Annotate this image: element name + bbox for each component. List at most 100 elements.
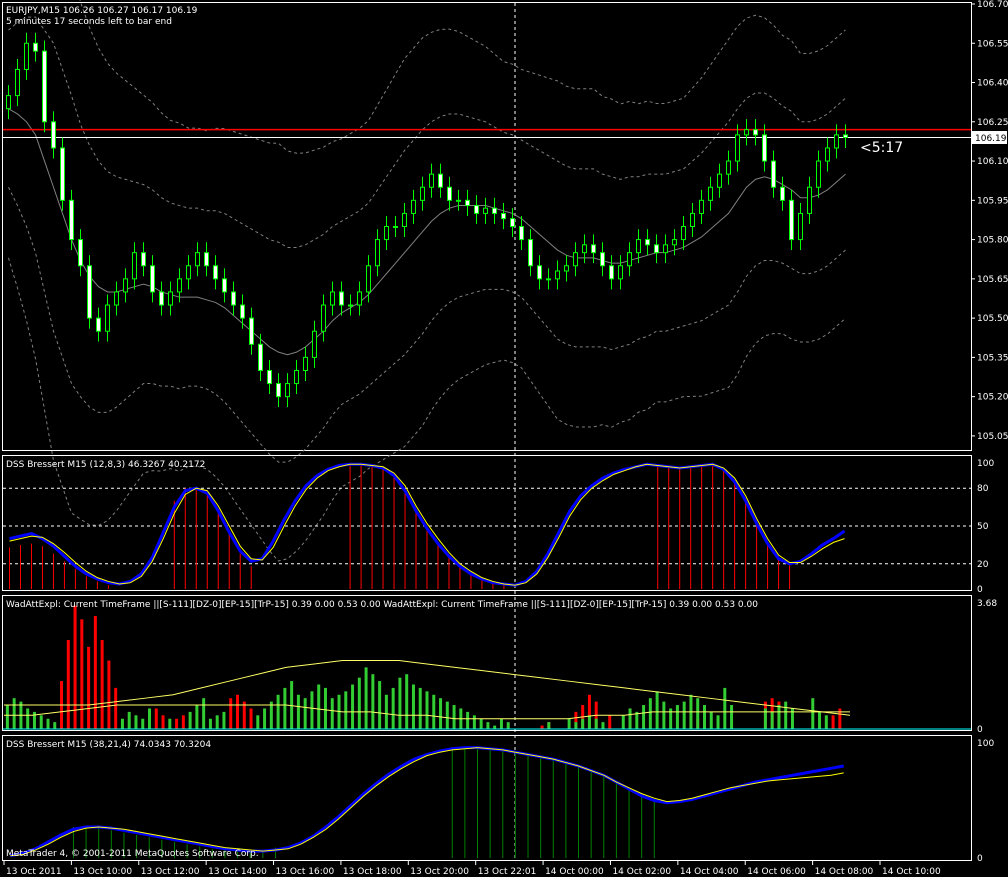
price-tick-label: 105.95 bbox=[977, 196, 1008, 206]
candle-body bbox=[33, 42, 38, 52]
candle-body bbox=[600, 252, 605, 267]
price-tick-label: 105.20 bbox=[977, 393, 1008, 403]
candle-body bbox=[474, 205, 479, 214]
candle-body bbox=[411, 199, 416, 214]
candle-body bbox=[330, 291, 335, 306]
wad-title: WadAttExpl: Current TimeFrame ||[S-111][… bbox=[6, 600, 758, 610]
time-tick-label: 13 Oct 2011 bbox=[6, 867, 62, 877]
dss2-panel-frame bbox=[2, 735, 972, 861]
candle-body bbox=[735, 134, 740, 162]
time-tick-label: 14 Oct 10:00 bbox=[882, 867, 941, 877]
candle-body bbox=[375, 239, 380, 267]
candle-body bbox=[420, 186, 425, 201]
candle-body bbox=[159, 291, 164, 306]
chart-canvas[interactable]: 106.70 106.55 106.40 106.25 106.10 105.95 105.… bbox=[0, 0, 1008, 877]
candle-body bbox=[825, 147, 830, 162]
dss-bressert-12-panel[interactable] bbox=[3, 462, 971, 589]
candle-body bbox=[51, 121, 56, 149]
candle-body bbox=[195, 252, 200, 267]
candle-body bbox=[366, 265, 371, 293]
wad-att-expl-panel[interactable] bbox=[3, 605, 971, 730]
candle-body bbox=[78, 239, 83, 267]
candle-body bbox=[141, 252, 146, 267]
time-tick-label: 13 Oct 14:00 bbox=[208, 867, 267, 877]
candle-body bbox=[294, 369, 299, 385]
price-tick-label: 105.05 bbox=[977, 432, 1008, 442]
dss-bressert-38-panel[interactable] bbox=[10, 746, 844, 858]
price-axis: 106.70 106.55 106.40 106.25 106.10 105.95 105.… bbox=[971, 0, 1008, 864]
candle-body bbox=[609, 265, 614, 280]
candle-body bbox=[303, 356, 308, 371]
candle-body bbox=[348, 304, 353, 307]
copyright-footer: MetaTrader 4, © 2001-2011 MetaQuotes Sof… bbox=[6, 849, 259, 859]
main-price-panel[interactable] bbox=[3, 0, 971, 562]
candle-body bbox=[222, 278, 227, 293]
candle-body bbox=[618, 265, 623, 280]
candle-body bbox=[339, 291, 344, 306]
candle-body bbox=[501, 212, 506, 220]
lower-band-line bbox=[8, 187, 846, 463]
candle-body bbox=[816, 160, 821, 188]
candle-body bbox=[15, 68, 20, 97]
candle-body bbox=[528, 239, 533, 267]
dss1-tick-label: 50 bbox=[977, 522, 989, 532]
candle-body bbox=[627, 252, 632, 267]
candle-body bbox=[573, 252, 578, 267]
candle-body bbox=[753, 129, 758, 136]
candle-body bbox=[276, 383, 281, 398]
dss1-tick-label: 20 bbox=[977, 560, 989, 570]
candle-body bbox=[582, 244, 587, 254]
wad-panel-frame bbox=[2, 595, 972, 731]
candle-body bbox=[240, 304, 245, 319]
candle-body bbox=[726, 160, 731, 175]
candle-body bbox=[465, 199, 470, 207]
time-tick-label: 13 Oct 10:00 bbox=[73, 867, 132, 877]
candle-body bbox=[546, 278, 551, 281]
candle-body bbox=[105, 304, 110, 332]
candle-body bbox=[213, 265, 218, 280]
symbol-info: EURJPY,M15 106.26 106.27 106.17 106.19 bbox=[6, 6, 198, 16]
dss2-title: DSS Bressert M15 (38,21,4) 74.0343 70.32… bbox=[6, 740, 211, 750]
candle-body bbox=[843, 134, 848, 139]
dss1-title: DSS Bressert M15 (12,8,3) 46.3267 40.217… bbox=[6, 460, 205, 470]
candle-body bbox=[267, 369, 272, 385]
price-tick-label: 105.35 bbox=[977, 353, 1008, 363]
time-tick-label: 14 Oct 08:00 bbox=[815, 867, 874, 877]
candle-body bbox=[564, 265, 569, 272]
candle-body bbox=[771, 160, 776, 188]
price-tick-label: 105.50 bbox=[977, 314, 1008, 324]
candle-body bbox=[636, 239, 641, 254]
candle-body bbox=[42, 50, 47, 123]
candle-body bbox=[429, 173, 434, 188]
candle-body bbox=[672, 239, 677, 246]
time-tick-label: 13 Oct 16:00 bbox=[276, 867, 335, 877]
price-tick-label: 105.80 bbox=[977, 236, 1008, 246]
candle-body bbox=[96, 317, 101, 332]
time-tick-label: 13 Oct 18:00 bbox=[343, 867, 402, 877]
candle-body bbox=[258, 343, 263, 371]
candle-body bbox=[150, 265, 155, 293]
price-tick-label: 106.55 bbox=[977, 39, 1008, 49]
candle-body bbox=[762, 134, 767, 162]
candle-body bbox=[402, 212, 407, 227]
candle-body bbox=[591, 244, 596, 254]
candle-body bbox=[249, 317, 254, 345]
candle-body bbox=[69, 199, 74, 241]
candle-body bbox=[654, 244, 659, 254]
time-tick-label: 14 Oct 02:00 bbox=[612, 867, 671, 877]
current-price-label: 106.19 bbox=[975, 134, 1007, 144]
candle-body bbox=[456, 199, 461, 202]
candle-body bbox=[312, 330, 317, 358]
dss1-tick-label: 100 bbox=[977, 459, 994, 469]
candle-body bbox=[60, 147, 65, 201]
bar-timer: 5 minutes 17 seconds left to bar end bbox=[6, 17, 172, 27]
candle-body bbox=[24, 42, 29, 70]
dss2-signal-line bbox=[10, 747, 844, 857]
candle-body bbox=[6, 95, 11, 110]
time-tick-label: 14 Oct 06:00 bbox=[747, 867, 806, 877]
candle-body bbox=[447, 186, 452, 201]
candle-body bbox=[717, 173, 722, 188]
candle-body bbox=[780, 186, 785, 201]
price-tick-label: 106.40 bbox=[977, 79, 1008, 89]
candle-body bbox=[708, 186, 713, 201]
